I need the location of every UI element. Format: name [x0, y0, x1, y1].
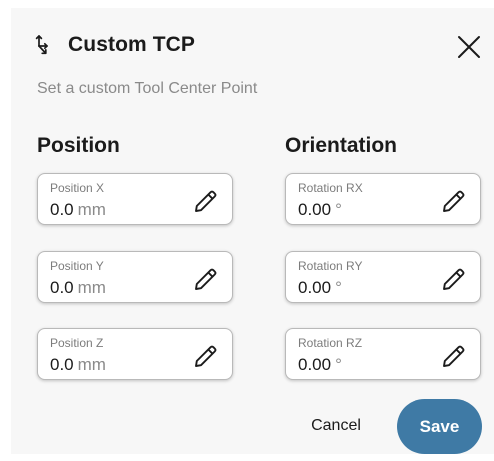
rotation-rx-field[interactable]: Rotation RX 0.00 ° — [285, 173, 481, 225]
dialog-header: Custom TCP — [32, 30, 195, 60]
position-x-field[interactable]: Position X 0.0 mm — [37, 173, 233, 225]
field-unit: ° — [335, 200, 342, 219]
edit-rotation-rx-button[interactable] — [440, 187, 468, 215]
position-z-field[interactable]: Position Z 0.0 mm — [37, 328, 233, 380]
rotation-rz-field[interactable]: Rotation RZ 0.00 ° — [285, 328, 481, 380]
pencil-icon — [443, 190, 465, 212]
edit-position-z-button[interactable] — [192, 342, 220, 370]
close-icon — [458, 36, 480, 58]
field-value: 0.0 mm — [50, 355, 106, 374]
position-y-field[interactable]: Position Y 0.0 mm — [37, 251, 233, 303]
field-label: Rotation RY — [298, 259, 363, 273]
rotation-ry-field[interactable]: Rotation RY 0.00 ° — [285, 251, 481, 303]
pencil-icon — [195, 345, 217, 367]
edit-rotation-rz-button[interactable] — [440, 342, 468, 370]
field-label: Position Y — [50, 259, 104, 273]
dialog-subtitle: Set a custom Tool Center Point — [37, 80, 258, 97]
field-label: Position X — [50, 181, 105, 195]
pencil-icon — [443, 345, 465, 367]
field-unit: mm — [77, 200, 106, 219]
edit-rotation-ry-button[interactable] — [440, 265, 468, 293]
field-value: 0.0 mm — [50, 278, 106, 297]
field-label: Rotation RX — [298, 181, 363, 195]
field-value: 0.00 ° — [298, 200, 342, 219]
pencil-icon — [443, 268, 465, 290]
field-label: Position Z — [50, 336, 104, 350]
field-unit: mm — [77, 278, 106, 297]
field-unit: ° — [335, 355, 342, 374]
orientation-heading: Orientation — [285, 134, 398, 157]
cancel-button[interactable]: Cancel — [297, 405, 375, 447]
close-button[interactable] — [456, 34, 482, 60]
field-unit: mm — [77, 355, 106, 374]
save-button[interactable]: Save — [397, 399, 482, 454]
dialog-title: Custom TCP — [68, 33, 195, 56]
custom-tcp-dialog — [11, 8, 494, 454]
field-unit: ° — [335, 278, 342, 297]
field-value: 0.0 mm — [50, 200, 106, 219]
position-heading: Position — [37, 134, 120, 157]
pencil-icon — [195, 190, 217, 212]
edit-position-y-button[interactable] — [192, 265, 220, 293]
field-value: 0.00 ° — [298, 355, 342, 374]
axes-icon — [32, 33, 56, 57]
pencil-icon — [195, 268, 217, 290]
field-label: Rotation RZ — [298, 336, 363, 350]
field-value: 0.00 ° — [298, 278, 342, 297]
edit-position-x-button[interactable] — [192, 187, 220, 215]
